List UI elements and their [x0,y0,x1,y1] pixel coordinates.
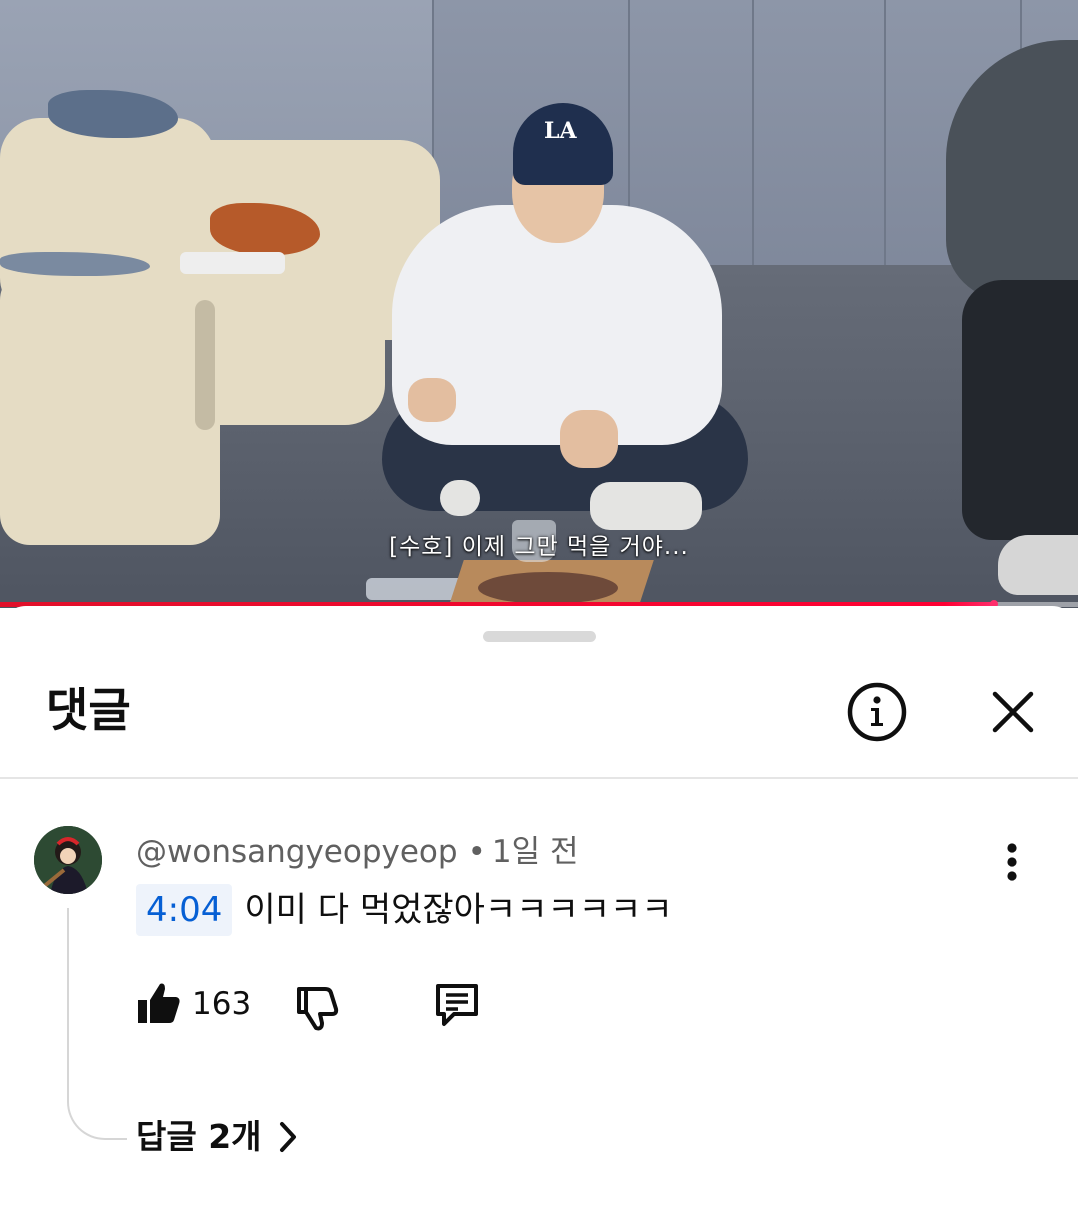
thumbs-up-icon [138,983,180,1023]
reply-icon [436,984,478,1026]
replies-label: 답글 2개 [136,1117,262,1156]
sheet-title: 댓글 [46,683,131,737]
like-count: 163 [192,986,252,1022]
dislike-button[interactable] [290,980,344,1034]
info-button[interactable] [846,681,908,743]
chevron-right-icon [278,1121,298,1153]
avatar[interactable] [34,826,102,894]
drag-handle[interactable] [483,631,596,642]
comment-body: 4:04 이미 다 먹었잖아ㅋㅋㅋㅋㅋㅋ [136,884,673,936]
close-icon [992,691,1034,733]
info-icon [847,682,907,742]
like-button[interactable] [134,978,184,1028]
video-player[interactable]: LA [수호] 이제 그만 먹을 거야... [0,0,1078,608]
cap-logo: LA [544,118,577,144]
thumbs-down-icon [297,987,339,1031]
comment-more-button[interactable] [992,834,1032,890]
reply-button[interactable] [430,978,484,1032]
header-divider [0,777,1078,779]
close-button[interactable] [986,685,1040,739]
comment-timestamp-link[interactable]: 4:04 [136,884,233,936]
sofa [0,270,220,545]
comments-sheet: 댓글 @wonsangyeopyeop • 1일 전 4:04 이미 다 먹었잖… [0,606,1078,1225]
avatar-image [34,826,102,894]
comment-text: 이미 다 먹었잖아ㅋㅋㅋㅋㅋㅋ [244,890,673,930]
meta-separator: • [467,834,486,870]
comment-author[interactable]: @wonsangyeopyeop [136,834,458,870]
comment-age: 1일 전 [491,834,579,870]
more-vert-icon [1007,843,1017,881]
view-replies-button[interactable]: 답글 2개 [136,1114,298,1160]
thread-line [67,908,127,1140]
comment-meta: @wonsangyeopyeop • 1일 전 [136,832,579,872]
video-subtitle: [수호] 이제 그만 먹을 거야... [389,534,689,560]
